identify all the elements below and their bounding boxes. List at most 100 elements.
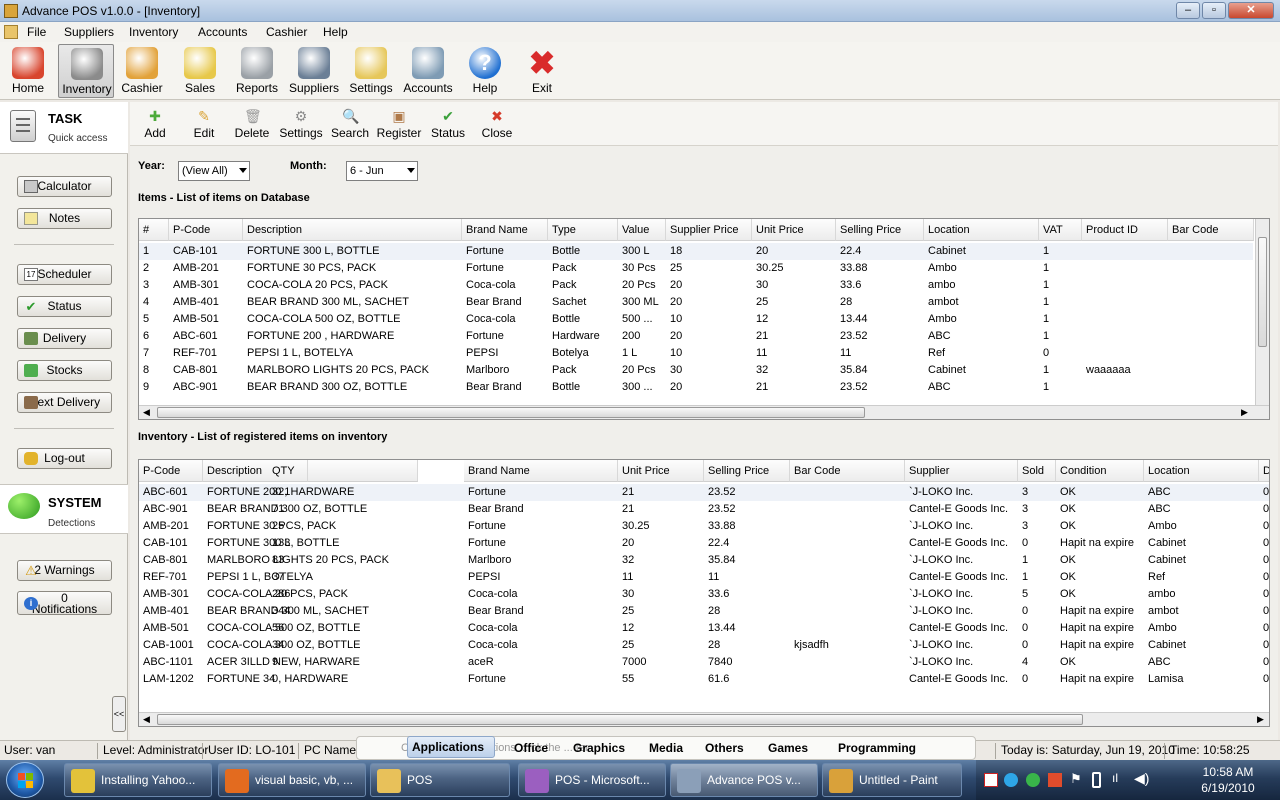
column-header[interactable]: Unit Price	[618, 460, 704, 482]
launcher-graphics[interactable]: Graphics	[573, 741, 625, 755]
column-header[interactable]: Location	[924, 219, 1039, 241]
column-header[interactable]: Selling Price	[836, 219, 924, 241]
tray-app-icon[interactable]	[1048, 773, 1062, 787]
cashier-toolbar-button[interactable]: Cashier	[114, 44, 170, 98]
flag-icon[interactable]: ⚑	[1070, 771, 1082, 787]
help-toolbar-button[interactable]: ? Help	[457, 44, 513, 98]
launcher-games[interactable]: Games	[768, 741, 808, 755]
taskbar-item[interactable]: visual basic, vb, ...	[218, 763, 366, 797]
sales-toolbar-button[interactable]: Sales	[172, 44, 228, 98]
scroll-left-icon[interactable]: ◀	[143, 714, 150, 725]
table-row[interactable]: 2 AMB-201 FORTUNE 30 PCS, PACK Fortune Pack 3…	[139, 260, 1253, 277]
suppliers-toolbar-button[interactable]: Suppliers	[286, 44, 342, 98]
inventory-toolbar-button[interactable]: Inventory	[58, 44, 114, 98]
table-row[interactable]: AMB-401 BEAR BRAND 300 ML, SACHET 344 Bear …	[139, 603, 1269, 620]
tray-app-icon[interactable]	[984, 773, 998, 787]
launcher-office[interactable]: Office	[514, 741, 548, 755]
horizontal-scrollbar[interactable]: ◀ ▶	[139, 712, 1269, 726]
table-row[interactable]: 4 AMB-401 BEAR BRAND 300 ML, SACHET Bear Br…	[139, 294, 1253, 311]
menu-accounts[interactable]: Accounts	[198, 25, 247, 39]
status-action-button[interactable]: ✔ Status	[425, 104, 471, 144]
table-row[interactable]: AMB-301 COCA-COLA 20 PCS, PACK 286 Coca-col…	[139, 586, 1269, 603]
column-header[interactable]: Sold	[1018, 460, 1056, 482]
clock-date[interactable]: 6/19/2010	[1188, 781, 1268, 795]
column-header[interactable]: #	[139, 219, 169, 241]
table-row[interactable]: 8 CAB-801 MARLBORO LIGHTS 20 PCS, PACK Marl…	[139, 362, 1253, 379]
table-row[interactable]: 3 AMB-301 COCA-COLA 20 PCS, PACK Coca-cola P…	[139, 277, 1253, 294]
vertical-scrollbar[interactable]	[1255, 219, 1269, 405]
column-header[interactable]: P-Code	[169, 219, 243, 241]
signal-icon[interactable]: ıl	[1112, 771, 1118, 785]
table-row[interactable]: ABC-601 FORTUNE 200 , HARDWARE 321 Fortune 2…	[139, 484, 1269, 501]
exit-toolbar-button[interactable]: ✖ Exit	[514, 44, 570, 98]
settings-toolbar-button[interactable]: Settings	[343, 44, 399, 98]
scroll-left-icon[interactable]: ◀	[143, 407, 150, 418]
stocks-button[interactable]: Stocks	[17, 360, 112, 381]
delivery-button[interactable]: Delivery	[17, 328, 112, 349]
reports-toolbar-button[interactable]: Reports	[229, 44, 285, 98]
close-action-button[interactable]: ✖ Close	[474, 104, 520, 144]
column-header[interactable]: QTY	[268, 460, 308, 482]
column-header[interactable]: Brand Name	[462, 219, 548, 241]
battery-icon[interactable]	[1092, 772, 1101, 788]
table-row[interactable]: REF-701 PEPSI 1 L, BOTELYA 37 PEPSI 11 11 Cant…	[139, 569, 1269, 586]
table-row[interactable]: 9 ABC-901 BEAR BRAND 300 OZ, BOTTLE Bear Br…	[139, 379, 1253, 396]
taskbar-item[interactable]: Installing Yahoo...	[64, 763, 212, 797]
column-header[interactable]: Type	[548, 219, 618, 241]
table-row[interactable]: 5 AMB-501 COCA-COLA 500 OZ, BOTTLE Coca-col…	[139, 311, 1253, 328]
table-row[interactable]: 1 CAB-101 FORTUNE 300 L, BOTTLE Fortune Bott…	[139, 243, 1253, 260]
items-table[interactable]: # P-Code Description Brand Name Type Value Sup…	[138, 218, 1270, 420]
register-action-button[interactable]: ▣ Register	[376, 104, 422, 144]
column-header[interactable]: Selling Price	[704, 460, 790, 482]
menu-cashier[interactable]: Cashier	[266, 25, 307, 39]
scrollbar-thumb[interactable]	[157, 714, 1083, 725]
month-select[interactable]: 6 - Jun	[346, 161, 418, 181]
delete-action-button[interactable]: 🗑 Delete	[229, 104, 275, 144]
column-header[interactable]: P-Code	[139, 460, 203, 482]
settings-action-button[interactable]: ⚙ Settings	[278, 104, 324, 144]
collapse-sidebar-button[interactable]: <<	[112, 696, 126, 732]
taskbar-item[interactable]: Advance POS v...	[670, 763, 818, 797]
column-header[interactable]: Condition	[1056, 460, 1144, 482]
table-row[interactable]: 7 REF-701 PEPSI 1 L, BOTELYA PEPSI Botelya 1 …	[139, 345, 1253, 362]
column-header[interactable]: D	[1259, 460, 1269, 482]
maximize-button[interactable]: ▫	[1202, 2, 1226, 19]
calculator-button[interactable]: Calculator	[17, 176, 112, 197]
column-header[interactable]: Location	[1144, 460, 1259, 482]
table-row[interactable]: CAB-101 FORTUNE 300 L, BOTTLE 133 Fortune 20…	[139, 535, 1269, 552]
scroll-right-icon[interactable]: ▶	[1257, 714, 1264, 725]
home-toolbar-button[interactable]: Home	[0, 44, 56, 98]
table-row[interactable]: ABC-1101 ACER 3ILLD NEW, HARWARE 9 aceR 7000…	[139, 654, 1269, 671]
warnings-button[interactable]: ⚠ 2 Warnings	[17, 560, 112, 581]
add-action-button[interactable]: ✚ Add	[132, 104, 178, 144]
taskbar-item[interactable]: POS	[370, 763, 510, 797]
column-header[interactable]: Supplier Price	[666, 219, 752, 241]
status-button[interactable]: ✔ Status	[17, 296, 112, 317]
clock-time[interactable]: 10:58 AM	[1188, 765, 1268, 779]
inventory-table[interactable]: P-Code Description QTY Brand Name Unit Price…	[138, 459, 1270, 727]
close-window-button[interactable]: ✕	[1228, 2, 1274, 19]
scrollbar-thumb[interactable]	[1258, 237, 1267, 347]
minimize-button[interactable]: –	[1176, 2, 1200, 19]
launcher-programming[interactable]: Programming	[838, 741, 916, 755]
table-row[interactable]: LAM-1202 FORTUNE 34 , HARDWARE 0 Fortune 55 6…	[139, 671, 1269, 688]
year-select[interactable]: (View All)	[178, 161, 250, 181]
column-header[interactable]: Bar Code	[790, 460, 905, 482]
scheduler-button[interactable]: 17 Scheduler	[17, 264, 112, 285]
scrollbar-thumb[interactable]	[157, 407, 865, 418]
menu-help[interactable]: Help	[323, 25, 348, 39]
table-row[interactable]: CAB-801 MARLBORO LIGHTS 20 PCS, PACK 83 Mar…	[139, 552, 1269, 569]
menu-file[interactable]: File	[27, 25, 46, 39]
menu-inventory[interactable]: Inventory	[129, 25, 178, 39]
notes-button[interactable]: Notes	[17, 208, 112, 229]
column-header[interactable]: VAT	[1039, 219, 1082, 241]
column-header[interactable]: Supplier	[905, 460, 1018, 482]
volume-icon[interactable]: ◀)	[1134, 770, 1149, 787]
launcher-others[interactable]: Others	[705, 741, 744, 755]
taskbar-item[interactable]: POS - Microsoft...	[518, 763, 666, 797]
start-button[interactable]	[6, 762, 44, 798]
tray-app-icon[interactable]	[1026, 773, 1040, 787]
launcher-applications[interactable]: Applications	[412, 740, 484, 754]
next-delivery-button[interactable]: Next Delivery	[17, 392, 112, 413]
logout-button[interactable]: Log-out	[17, 448, 112, 469]
